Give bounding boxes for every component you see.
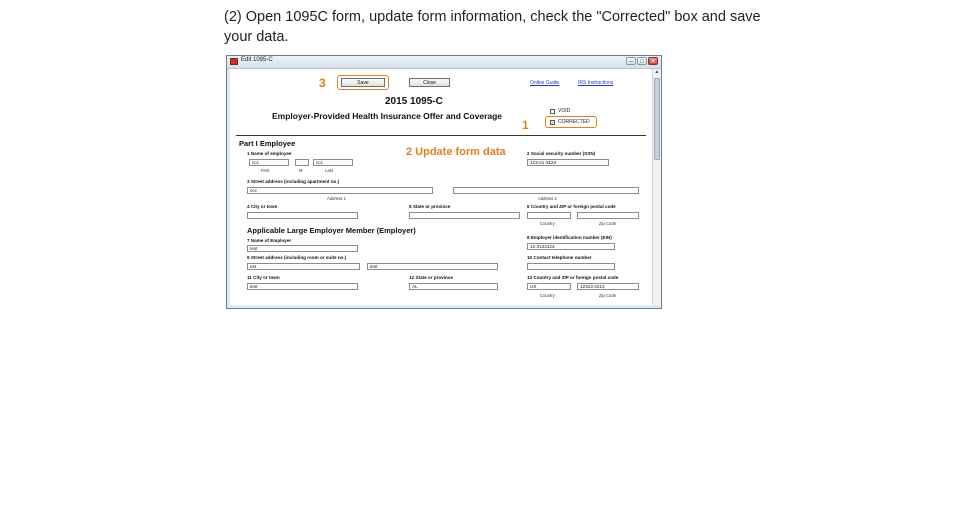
- form-year-title: 2015 1095-C: [385, 96, 443, 107]
- employer-state-label: 12 State or province: [409, 275, 453, 280]
- employer-address2-field[interactable]: test: [367, 263, 498, 270]
- middle-initial-field[interactable]: [295, 159, 309, 166]
- employee-address-label: 3 Street address (including apartment no…: [247, 179, 340, 184]
- window-controls: ─ □ ✕: [626, 57, 658, 65]
- employer-city-field[interactable]: test: [247, 283, 358, 290]
- first-name-field[interactable]: ccc: [249, 159, 289, 166]
- close-button[interactable]: Close: [409, 78, 450, 87]
- employer-heading: Applicable Large Employer Member (Employ…: [247, 226, 416, 235]
- ein-field[interactable]: 12-3123123: [527, 243, 615, 250]
- employer-state-field[interactable]: AL: [409, 283, 498, 290]
- maximize-button[interactable]: □: [637, 57, 647, 65]
- employer-zip-sublabel: Zip Code: [599, 293, 616, 298]
- employee-country-label: 6 Country and ZIP or foreign postal code: [527, 204, 616, 209]
- employer-zip-field[interactable]: 12313-2213: [577, 283, 639, 290]
- employee-city-label: 4 City or town: [247, 204, 278, 209]
- employer-phone-label: 10 Contact telephone number: [527, 255, 592, 260]
- middle-sublabel: M: [299, 168, 303, 173]
- part1-heading: Part I Employee: [239, 139, 296, 148]
- first-sublabel: First: [261, 168, 270, 173]
- ein-label: 8 Employer identification number (EIN): [527, 235, 612, 240]
- employer-country-label: 13 Country and ZIP or foreign postal cod…: [527, 275, 619, 280]
- employee-address2-field[interactable]: [453, 187, 639, 194]
- close-window-button[interactable]: ✕: [648, 57, 658, 65]
- step1-number: 1: [522, 118, 529, 132]
- app-icon: [230, 58, 238, 65]
- edit-1095c-window: Edit 1095-C ─ □ ✕ Save 3 Close Online Gu…: [226, 55, 662, 309]
- scroll-up-icon[interactable]: ▲: [653, 69, 661, 76]
- ssn-field[interactable]: 123-21-3123: [527, 159, 609, 166]
- minimize-button[interactable]: ─: [626, 57, 636, 65]
- void-checkbox[interactable]: [550, 109, 555, 114]
- step2-note: 2 Update form data: [406, 146, 506, 158]
- employer-address1-field[interactable]: est: [247, 263, 360, 270]
- employee-zip-field[interactable]: [577, 212, 639, 219]
- form-client-area: Save 3 Close Online Guide IRS Instructio…: [230, 69, 652, 305]
- address2-sublabel: Address 2: [538, 196, 557, 201]
- last-sublabel: Last: [325, 168, 333, 173]
- window-titlebar[interactable]: Edit 1095-C ─ □ ✕: [227, 56, 661, 69]
- ssn-label: 2 Social security number (SSN): [527, 151, 596, 156]
- window-title: Edit 1095-C: [241, 57, 273, 63]
- employer-name-field[interactable]: test: [247, 245, 358, 252]
- online-guide-link[interactable]: Online Guide: [530, 80, 559, 86]
- employer-city-label: 11 City or town: [247, 275, 280, 280]
- employee-country-sublabel: Country: [540, 221, 555, 226]
- address1-sublabel: Address 1: [327, 196, 346, 201]
- employer-country-field[interactable]: US: [527, 283, 571, 290]
- step1-highlight: [545, 116, 597, 128]
- step3-number: 3: [319, 76, 326, 90]
- last-name-field[interactable]: ccc: [313, 159, 353, 166]
- employer-country-sublabel: Country: [540, 293, 555, 298]
- step3-highlight: [337, 75, 389, 90]
- employee-name-label: 1 Name of employee: [247, 151, 292, 156]
- form-title: Employer-Provided Health Insurance Offer…: [272, 111, 503, 121]
- irs-instructions-link[interactable]: IRS Instructions: [578, 80, 613, 86]
- vertical-scrollbar[interactable]: ▲: [652, 69, 661, 305]
- employee-zip-sublabel: Zip Code: [599, 221, 616, 226]
- employee-state-label: 5 State or province: [409, 204, 451, 209]
- void-label: VOID: [558, 108, 571, 114]
- employee-country-field[interactable]: [527, 212, 571, 219]
- employer-name-label: 7 Name of Employer: [247, 238, 292, 243]
- employer-address-label: 9 Street address (including room or suit…: [247, 255, 347, 260]
- employee-address1-field[interactable]: ccc: [247, 187, 433, 194]
- employee-city-field[interactable]: [247, 212, 358, 219]
- header-divider: [236, 135, 646, 136]
- scroll-thumb[interactable]: [654, 78, 660, 160]
- instruction-text: (2) Open 1095C form, update form informa…: [224, 9, 761, 45]
- employee-state-field[interactable]: [409, 212, 520, 219]
- employer-phone-field[interactable]: [527, 263, 615, 270]
